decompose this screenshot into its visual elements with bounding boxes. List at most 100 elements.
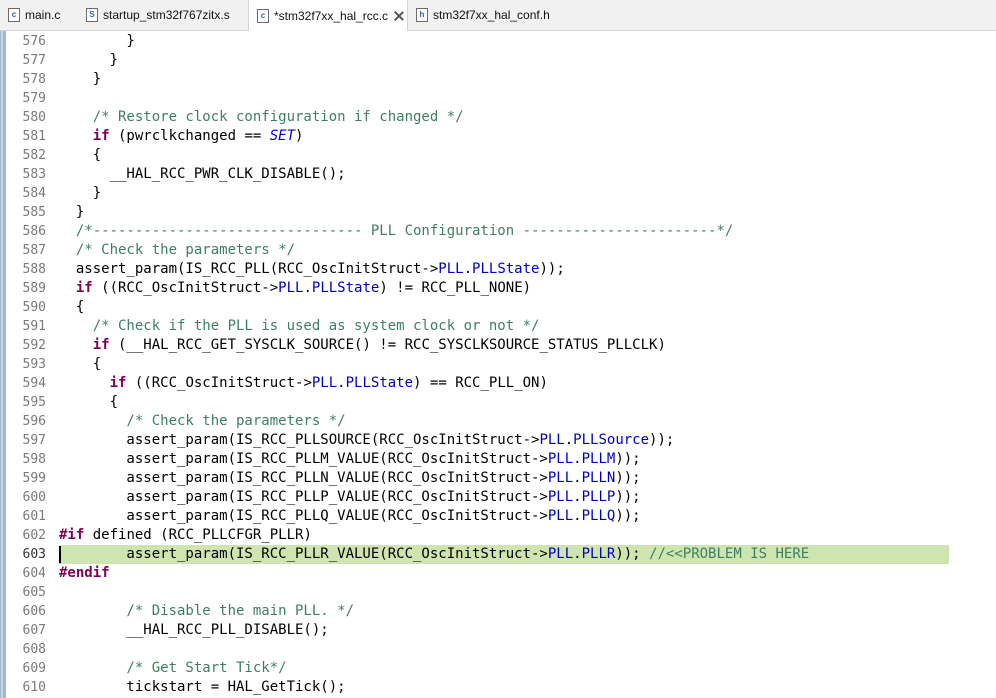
line-number: 609 xyxy=(22,661,46,676)
code-line[interactable]: 610 tickstart = HAL_GetTick(); xyxy=(0,678,996,697)
code-token: { xyxy=(59,299,85,315)
field-token: PLLState xyxy=(311,280,380,296)
close-icon[interactable] xyxy=(394,11,404,21)
line-number: 578 xyxy=(22,72,46,87)
code-token: . xyxy=(573,546,582,562)
line-number: 584 xyxy=(22,186,46,201)
code-line[interactable]: 588 assert_param(IS_RCC_PLL(RCC_OscInitS… xyxy=(0,260,996,279)
code-line[interactable]: 600 assert_param(IS_RCC_PLLP_VALUE(RCC_O… xyxy=(0,488,996,507)
code-line[interactable]: 585 } xyxy=(0,203,996,222)
code-text: assert_param(IS_RCC_PLLN_VALUE(RCC_OscIn… xyxy=(59,469,640,488)
code-line[interactable]: 576 } xyxy=(0,32,996,51)
keyword-token: if xyxy=(75,280,93,296)
code-line[interactable]: 577 } xyxy=(0,51,996,70)
code-line[interactable]: 608 xyxy=(0,640,996,659)
code-line[interactable]: 594 if ((RCC_OscInitStruct->PLL.PLLState… xyxy=(0,374,996,393)
code-line[interactable]: 582 { xyxy=(0,146,996,165)
code-line[interactable]: 603 assert_param(IS_RCC_PLLR_VALUE(RCC_O… xyxy=(0,545,996,564)
line-number: 582 xyxy=(22,148,46,163)
code-line[interactable]: 605 xyxy=(0,583,996,602)
code-text: /* Check the parameters */ xyxy=(59,241,295,260)
code-token: } xyxy=(59,71,102,87)
code-text: } xyxy=(59,70,101,89)
code-line[interactable]: 602 #if defined (RCC_PLLCFGR_PLLR) xyxy=(0,526,996,545)
code-line[interactable]: 606 /* Disable the main PLL. */ xyxy=(0,602,996,621)
code-text: if (__HAL_RCC_GET_SYSCLK_SOURCE() != RCC… xyxy=(59,336,666,355)
code-line[interactable]: 609 /* Get Start Tick*/ xyxy=(0,659,996,678)
line-number: 606 xyxy=(22,604,46,619)
code-text: assert_param(IS_RCC_PLLSOURCE(RCC_OscIni… xyxy=(59,431,674,450)
field-token: PLL xyxy=(311,375,338,391)
code-line[interactable]: 584 } xyxy=(0,184,996,203)
code-line[interactable]: 590 { xyxy=(0,298,996,317)
field-token: PLL xyxy=(278,280,304,296)
code-line[interactable]: 599 assert_param(IS_RCC_PLLN_VALUE(RCC_O… xyxy=(0,469,996,488)
code-token: ((RCC_OscInitStruct-> xyxy=(126,375,312,391)
code-editor[interactable]: 576 } 577 } 578 } 579 580 /* Restore clock c… xyxy=(0,31,996,698)
code-line[interactable]: 607 __HAL_RCC_PLL_DISABLE(); xyxy=(0,621,996,640)
code-token: . xyxy=(573,470,582,486)
line-number: 604 xyxy=(22,566,46,581)
code-text: } xyxy=(59,32,134,51)
code-text: if (pwrclkchanged == SET) xyxy=(59,127,304,146)
line-number: 579 xyxy=(22,91,46,106)
field-token: PLL xyxy=(547,546,574,562)
field-token: PLL xyxy=(547,470,574,486)
line-number: 576 xyxy=(22,34,46,49)
code-text: } xyxy=(59,51,118,70)
code-token: } xyxy=(59,52,119,68)
asm-file-icon: S xyxy=(86,8,98,22)
code-token: ) xyxy=(295,128,304,144)
code-line[interactable]: 580 /* Restore clock configuration if ch… xyxy=(0,108,996,127)
line-number: 593 xyxy=(22,357,46,372)
code-line[interactable]: 596 /* Check the parameters */ xyxy=(0,412,996,431)
code-line[interactable]: 597 assert_param(IS_RCC_PLLSOURCE(RCC_Os… xyxy=(0,431,996,450)
tab-startup-stm32f767zitx-s[interactable]: Sstartup_stm32f767zitx.s xyxy=(78,0,248,30)
code-line[interactable]: 598 assert_param(IS_RCC_PLLM_VALUE(RCC_O… xyxy=(0,450,996,469)
line-number: 590 xyxy=(22,300,46,315)
code-text: assert_param(IS_RCC_PLLM_VALUE(RCC_OscIn… xyxy=(59,450,640,469)
tab-main-c[interactable]: c main.c xyxy=(0,0,78,30)
tab-stm32f7xx-hal-rcc-c[interactable]: c *stm32f7xx_hal_rcc.c xyxy=(248,0,408,31)
comment-token: //<<PROBLEM IS HERE xyxy=(649,546,810,562)
code-token: assert_param(IS_RCC_PLLN_VALUE(RCC_OscIn… xyxy=(59,470,548,486)
code-token: )); xyxy=(615,508,641,524)
code-line[interactable]: 595 { xyxy=(0,393,996,412)
code-token: defined (RCC_PLLCFGR_PLLR) xyxy=(84,527,312,543)
line-number: 610 xyxy=(22,680,46,695)
code-text: __HAL_RCC_PLL_DISABLE(); xyxy=(59,621,328,640)
code-token: { xyxy=(59,356,102,372)
code-token: } xyxy=(59,185,102,201)
code-line[interactable]: 604 #endif xyxy=(0,564,996,583)
code-token: . xyxy=(573,451,582,467)
line-number: 581 xyxy=(22,129,46,144)
line-number: 586 xyxy=(22,224,46,239)
code-line[interactable]: 579 xyxy=(0,89,996,108)
code-line[interactable]: 592 if (__HAL_RCC_GET_SYSCLK_SOURCE() !=… xyxy=(0,336,996,355)
code-text: } xyxy=(59,184,101,203)
line-number: 598 xyxy=(22,452,46,467)
code-line[interactable]: 586 /*-------------------------------- P… xyxy=(0,222,996,241)
line-number: 595 xyxy=(22,395,46,410)
code-line[interactable]: 581 if (pwrclkchanged == SET) xyxy=(0,127,996,146)
code-line[interactable]: 601 assert_param(IS_RCC_PLLQ_VALUE(RCC_O… xyxy=(0,507,996,526)
code-line[interactable]: 587 /* Check the parameters */ xyxy=(0,241,996,260)
c-file-icon: c xyxy=(257,8,269,23)
code-line[interactable]: 578 } xyxy=(0,70,996,89)
line-number: 607 xyxy=(22,623,46,638)
field-token: PLL xyxy=(547,451,574,467)
code-line[interactable]: 583 __HAL_RCC_PWR_CLK_DISABLE(); xyxy=(0,165,996,184)
field-token: PLL xyxy=(539,432,565,448)
line-number: 602 xyxy=(22,528,46,543)
keyword-token: if xyxy=(109,375,127,391)
code-token: assert_param(IS_RCC_PLLP_VALUE(RCC_OscIn… xyxy=(59,489,548,505)
field-token: PLLM xyxy=(581,451,616,467)
code-line[interactable]: 593 { xyxy=(0,355,996,374)
tab-stm32f7xx-hal-conf-h[interactable]: h stm32f7xx_hal_conf.h xyxy=(408,0,554,30)
code-line[interactable]: 589 if ((RCC_OscInitStruct->PLL.PLLState… xyxy=(0,279,996,298)
code-text: assert_param(IS_RCC_PLLQ_VALUE(RCC_OscIn… xyxy=(59,507,641,526)
text-cursor xyxy=(59,546,61,563)
code-line[interactable]: 591 /* Check if the PLL is used as syste… xyxy=(0,317,996,336)
line-number: 591 xyxy=(22,319,46,334)
